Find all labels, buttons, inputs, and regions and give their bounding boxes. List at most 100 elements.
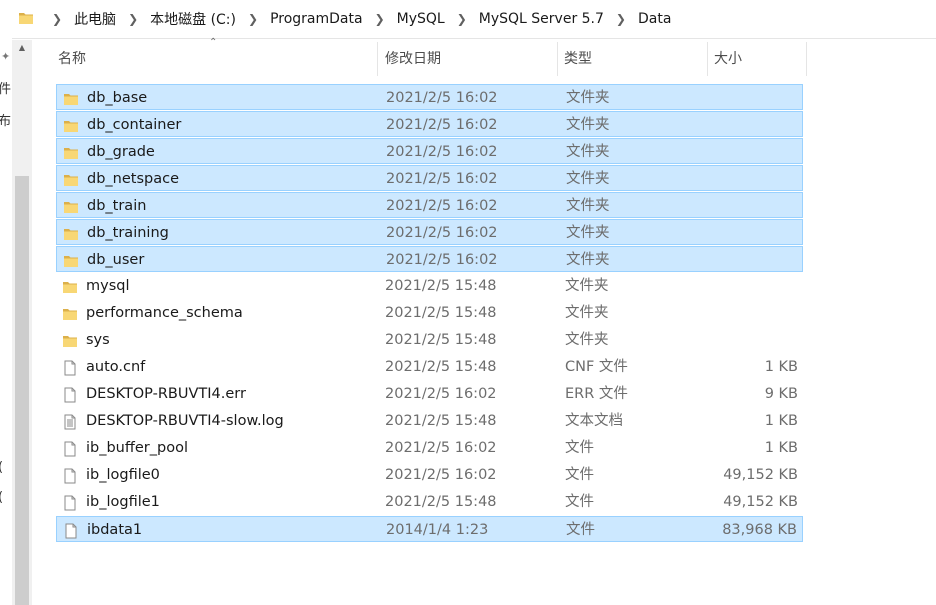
folder-icon: [62, 278, 78, 294]
breadcrumb-item[interactable]: Data: [638, 11, 671, 27]
file-row[interactable]: performance_schema 2021/2/5 15:48 文件夹: [56, 300, 803, 326]
file-name: ibdata1: [87, 522, 143, 538]
file-name: db_grade: [87, 144, 155, 160]
chevron-right-icon[interactable]: ❯: [40, 12, 74, 26]
scroll-up-arrow-icon[interactable]: ▲: [12, 40, 32, 56]
file-icon: [62, 440, 78, 457]
modified-date: 2021/2/5 16:02: [386, 90, 498, 106]
file-type: 文件夹: [566, 171, 610, 187]
file-name: DESKTOP-RBUVTI4-slow.log: [86, 413, 284, 429]
column-header-date[interactable]: 修改日期: [379, 42, 558, 76]
chevron-right-icon[interactable]: ❯: [236, 12, 270, 26]
nav-item-fragment[interactable]: 布: [0, 110, 11, 129]
file-row[interactable]: DESKTOP-RBUVTI4.err 2021/2/5 16:02 ERR 文件 9…: [56, 381, 803, 407]
file-row[interactable]: ib_logfile1 2021/2/5 15:48 文件 49,152 KB: [56, 489, 803, 515]
modified-date: 2021/2/5 15:48: [385, 278, 497, 294]
breadcrumb-item[interactable]: ProgramData: [270, 11, 363, 27]
chevron-right-icon[interactable]: ❯: [445, 12, 479, 26]
chevron-right-icon[interactable]: ❯: [116, 12, 150, 26]
file-type: 文件: [565, 494, 594, 510]
file-row[interactable]: auto.cnf 2021/2/5 15:48 CNF 文件 1 KB: [56, 354, 803, 380]
modified-date: 2021/2/5 16:02: [386, 225, 498, 241]
file-name: mysql: [86, 278, 130, 294]
folder-icon: [63, 117, 79, 133]
chevron-right-icon[interactable]: ❯: [604, 12, 638, 26]
file-icon: [62, 494, 78, 511]
nav-item-fragment[interactable]: (: [0, 490, 3, 505]
file-row[interactable]: sys 2021/2/5 15:48 文件夹: [56, 327, 803, 353]
file-icon: [63, 522, 79, 539]
file-type: 文件夹: [566, 198, 610, 214]
column-header-size[interactable]: 大小: [708, 42, 807, 76]
breadcrumb-item[interactable]: 本地磁盘 (C:): [150, 9, 236, 29]
file-name: db_train: [87, 198, 147, 214]
file-type: 文件夹: [566, 225, 610, 241]
modified-date: 2021/2/5 15:48: [385, 305, 497, 321]
file-name: ib_buffer_pool: [86, 440, 188, 456]
folder-icon: [62, 305, 78, 321]
address-bar[interactable]: ❯ 此电脑 ❯ 本地磁盘 (C:) ❯ ProgramData ❯ MySQL …: [0, 0, 936, 39]
file-type: 文件夹: [565, 332, 609, 348]
modified-date: 2021/2/5 15:48: [385, 332, 497, 348]
vertical-scrollbar[interactable]: ▲: [12, 40, 32, 605]
navigation-pane[interactable]: ✦ 件+ 布 ( (: [0, 38, 12, 605]
sort-ascending-icon: ⌃: [209, 37, 218, 48]
breadcrumb-item[interactable]: MySQL: [397, 11, 445, 27]
file-row[interactable]: db_training 2021/2/5 16:02 文件夹: [56, 219, 803, 245]
folder-icon: [63, 225, 79, 241]
modified-date: 2021/2/5 15:48: [385, 359, 497, 375]
chevron-right-icon[interactable]: ❯: [363, 12, 397, 26]
file-icon: [62, 359, 78, 376]
file-size: 9 KB: [764, 386, 798, 402]
file-size: 49,152 KB: [723, 467, 798, 483]
folder-icon: [63, 144, 79, 160]
file-row[interactable]: db_train 2021/2/5 16:02 文件夹: [56, 192, 803, 218]
file-type: 文件: [565, 467, 594, 483]
file-row[interactable]: db_base 2021/2/5 16:02 文件夹: [56, 84, 803, 110]
file-name: auto.cnf: [86, 359, 146, 375]
file-row[interactable]: ibdata1 2014/1/4 1:23 文件 83,968 KB: [56, 516, 803, 542]
column-header-type[interactable]: 类型: [558, 42, 708, 76]
modified-date: 2021/2/5 16:02: [386, 117, 498, 133]
file-type: 文件夹: [566, 144, 610, 160]
folder-icon: [62, 332, 78, 348]
scrollbar-thumb[interactable]: [15, 176, 29, 605]
file-size: 49,152 KB: [723, 494, 798, 510]
modified-date: 2021/2/5 15:48: [385, 413, 497, 429]
modified-date: 2021/2/5 16:02: [386, 198, 498, 214]
file-row[interactable]: db_container 2021/2/5 16:02 文件夹: [56, 111, 803, 137]
file-type: 文件夹: [565, 278, 609, 294]
file-row[interactable]: ib_logfile0 2021/2/5 16:02 文件 49,152 KB: [56, 462, 803, 488]
file-type: 文件: [566, 522, 595, 538]
file-row[interactable]: db_user 2021/2/5 16:02 文件夹: [56, 246, 803, 272]
modified-date: 2021/2/5 16:02: [385, 467, 497, 483]
file-name: ib_logfile1: [86, 494, 160, 510]
breadcrumb: ❯ 此电脑 ❯ 本地磁盘 (C:) ❯ ProgramData ❯ MySQL …: [40, 9, 671, 29]
file-row[interactable]: db_netspace 2021/2/5 16:02 文件夹: [56, 165, 803, 191]
file-type: CNF 文件: [565, 359, 628, 375]
modified-date: 2021/2/5 16:02: [385, 440, 497, 456]
nav-item-fragment[interactable]: (: [0, 460, 3, 475]
breadcrumb-item[interactable]: 此电脑: [74, 9, 116, 29]
file-type: 文件: [565, 440, 594, 456]
modified-date: 2021/2/5 16:02: [385, 386, 497, 402]
file-name: db_container: [87, 117, 182, 133]
file-type: 文件夹: [565, 305, 609, 321]
text-file-icon: [62, 413, 78, 430]
file-size: 1 KB: [764, 440, 798, 456]
file-row[interactable]: mysql 2021/2/5 15:48 文件夹: [56, 273, 803, 299]
file-name: db_user: [87, 252, 145, 268]
file-row[interactable]: db_grade 2021/2/5 16:02 文件夹: [56, 138, 803, 164]
breadcrumb-item[interactable]: MySQL Server 5.7: [479, 11, 604, 27]
file-name: sys: [86, 332, 110, 348]
file-icon: [62, 467, 78, 484]
modified-date: 2021/2/5 16:02: [386, 252, 498, 268]
file-row[interactable]: DESKTOP-RBUVTI4-slow.log 2021/2/5 15:48 文本…: [56, 408, 803, 434]
file-icon: [62, 386, 78, 403]
nav-item-fragment[interactable]: 件+: [0, 78, 12, 97]
file-name: db_base: [87, 90, 148, 106]
folder-icon: [63, 171, 79, 187]
file-size: 1 KB: [764, 359, 798, 375]
modified-date: 2021/2/5 15:48: [385, 494, 497, 510]
file-row[interactable]: ib_buffer_pool 2021/2/5 16:02 文件 1 KB: [56, 435, 803, 461]
